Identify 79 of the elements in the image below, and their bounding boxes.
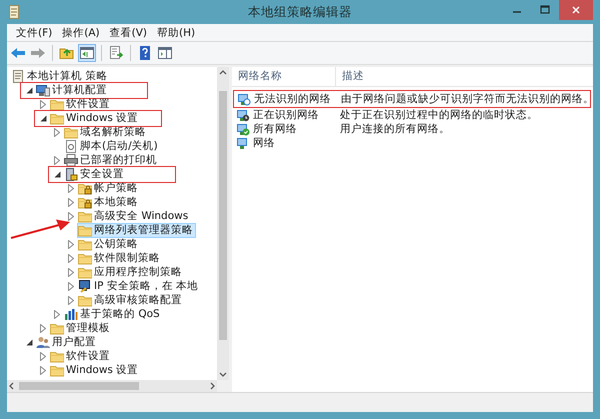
folder-icon xyxy=(78,224,92,236)
scrollbar-thumb[interactable] xyxy=(19,382,139,390)
menu-item[interactable]: 查看(V) xyxy=(104,26,152,40)
back-arrow-icon xyxy=(10,45,26,61)
horizontal-scrollbar[interactable] xyxy=(7,380,217,392)
folder-icon xyxy=(78,210,92,222)
tree-item[interactable]: 高级审核策略配置 xyxy=(77,292,185,308)
menu-item[interactable]: 帮助(H) xyxy=(152,26,200,40)
folder-icon xyxy=(78,252,92,264)
network-check-icon xyxy=(236,122,250,136)
tree-item[interactable]: 用户配置 xyxy=(35,334,99,350)
list-item[interactable]: 正在识别网络 xyxy=(233,108,337,122)
monitor-key-icon xyxy=(78,280,92,292)
folder-icon xyxy=(50,322,64,334)
close-button[interactable] xyxy=(559,0,593,20)
document-icon xyxy=(11,70,25,82)
list-item[interactable]: 所有网络 xyxy=(233,122,337,136)
folder-icon xyxy=(78,266,92,278)
tree-item[interactable]: 管理模板 xyxy=(49,320,113,336)
menu-item[interactable]: 操作(A) xyxy=(57,26,105,40)
tree-item[interactable]: 基于策略的 QoS xyxy=(63,306,163,322)
tree-item[interactable]: 域名解析策略 xyxy=(63,124,149,140)
tree-pane-icon xyxy=(79,45,95,61)
tree-item[interactable]: 已部署的打印机 xyxy=(63,152,160,168)
maximize-icon xyxy=(540,5,550,15)
tree-item[interactable]: 公钥策略 xyxy=(77,236,141,252)
locked-folder-icon xyxy=(78,196,92,208)
tree-item[interactable]: 安全设置 xyxy=(63,166,127,182)
description-text: 用户连接的所有网络。 xyxy=(340,123,450,135)
tree-item[interactable]: Windows 设置 xyxy=(49,362,142,378)
help-icon xyxy=(137,45,153,61)
printer-icon xyxy=(64,154,78,166)
tree-item[interactable]: 脚本(启动/关机) xyxy=(63,138,161,154)
network-clock-icon xyxy=(236,108,250,122)
tree-item[interactable]: 应用程序控制策略 xyxy=(77,264,185,280)
users-icon xyxy=(36,336,50,348)
toolbar-button[interactable] xyxy=(107,44,125,62)
window-title: 本地组策略编辑器 xyxy=(248,4,352,21)
tree-item[interactable]: 高级安全 Windows xyxy=(77,208,192,224)
folder-icon xyxy=(78,238,92,250)
export-list-icon xyxy=(108,45,124,61)
tree-item[interactable]: 计算机配置 xyxy=(35,82,110,98)
vertical-scrollbar[interactable] xyxy=(217,67,229,380)
toolbar-button[interactable] xyxy=(156,44,174,62)
folder-icon xyxy=(50,98,64,110)
description-text: 处于正在识别过程中的网络的临时状态。 xyxy=(340,109,538,121)
tree-item[interactable]: 帐户策略 xyxy=(77,180,141,196)
forward-arrow-icon xyxy=(30,45,46,61)
column-header[interactable]: 网络名称 xyxy=(232,67,336,86)
app-icon xyxy=(8,5,20,19)
tree-item[interactable]: Windows 设置 xyxy=(49,110,142,126)
folder-icon xyxy=(50,112,64,124)
tree-item[interactable]: 本地策略 xyxy=(77,194,141,210)
tree-item[interactable]: 网络列表管理器策略 xyxy=(77,222,196,238)
locked-folder-icon xyxy=(78,182,92,194)
computer-icon xyxy=(36,84,50,96)
script-icon xyxy=(64,140,78,152)
tree-item[interactable]: 软件设置 xyxy=(49,96,113,112)
list-item[interactable]: 无法识别的网络 xyxy=(234,92,338,106)
close-icon xyxy=(571,5,581,15)
network-icon xyxy=(236,136,250,150)
server-lock-icon xyxy=(64,168,78,180)
menu-item[interactable]: 文件(F) xyxy=(11,26,58,40)
tree-item[interactable]: IP 安全策略，在 本地 xyxy=(77,278,202,294)
tree-item[interactable]: 软件限制策略 xyxy=(77,250,163,266)
folder-icon xyxy=(50,350,64,362)
scrollbar-thumb[interactable] xyxy=(219,91,227,340)
list-item[interactable]: 网络 xyxy=(233,136,337,150)
bar-chart-icon xyxy=(64,308,78,320)
folder-icon xyxy=(78,294,92,306)
tree-item[interactable]: 软件设置 xyxy=(49,348,113,364)
action-pane-icon xyxy=(157,45,173,61)
description-text: 由于网络问题或缺少可识别字符而无法识别的网络。 xyxy=(341,93,594,105)
column-header[interactable]: 描述 xyxy=(336,67,593,86)
folder-icon xyxy=(50,364,64,376)
folder-icon xyxy=(64,126,78,138)
toolbar-button[interactable] xyxy=(78,44,96,62)
network-question-icon xyxy=(237,92,251,106)
tree-item[interactable]: 本地计算机 策略 xyxy=(10,68,110,84)
